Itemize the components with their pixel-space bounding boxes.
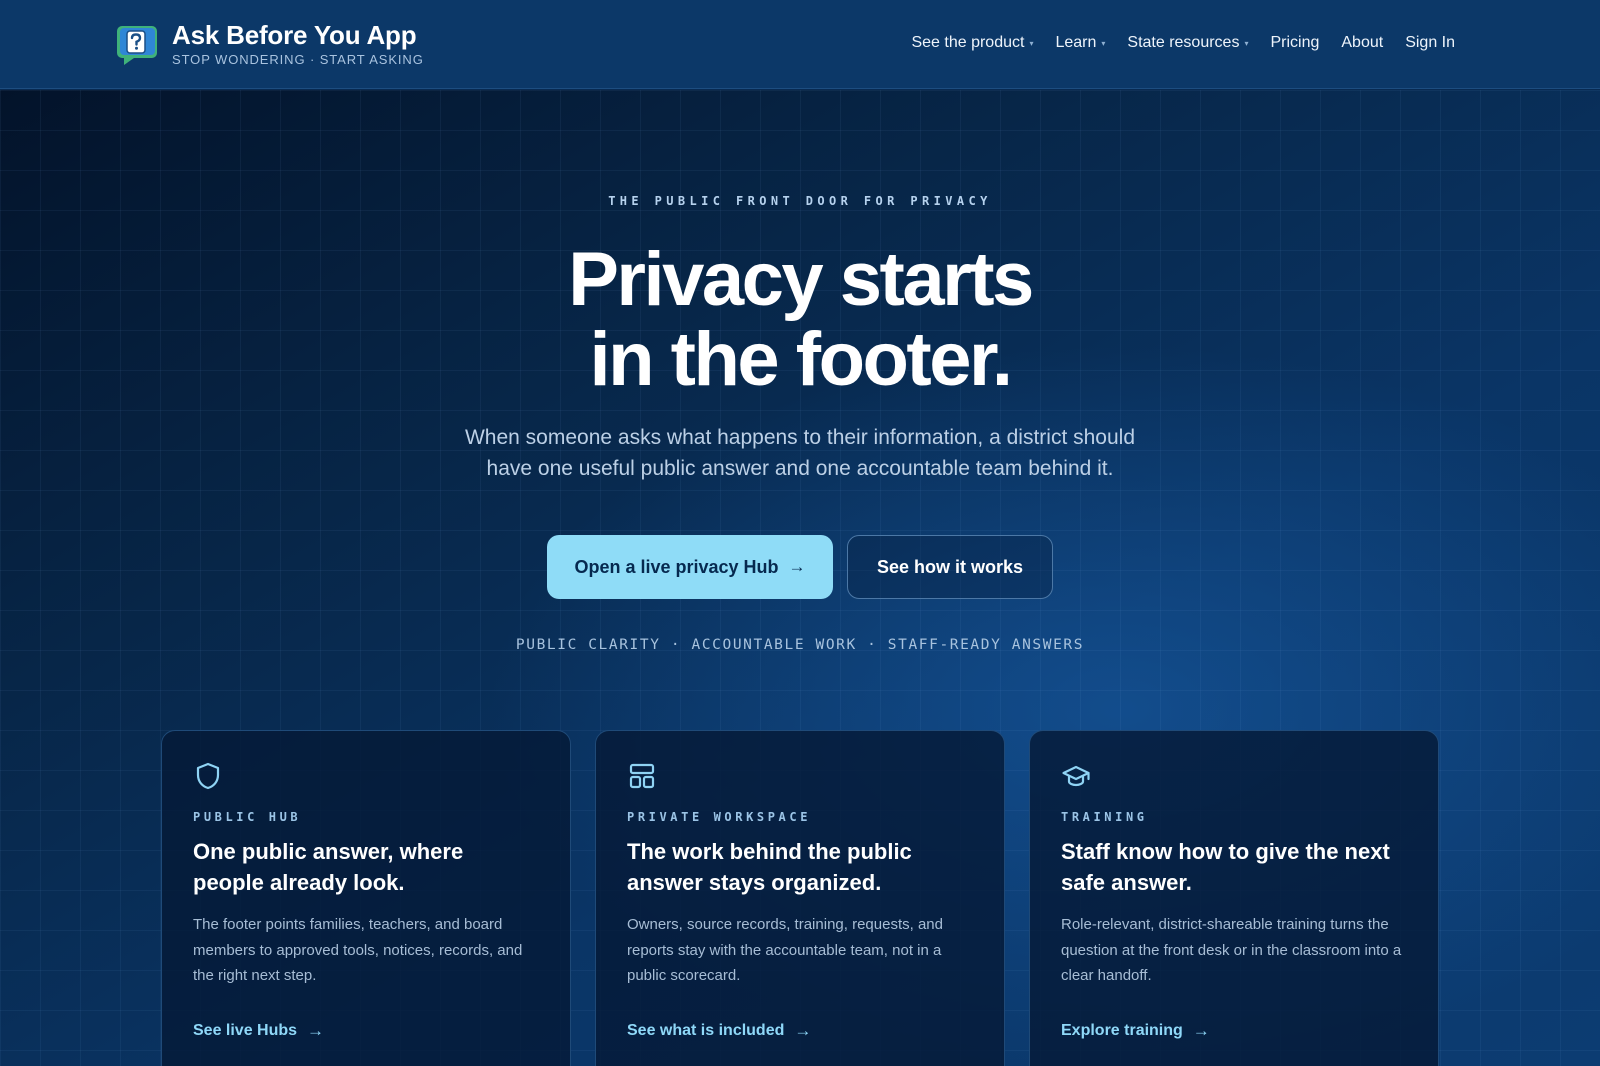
- link-label: See live Hubs: [193, 1022, 298, 1039]
- layout-grid-icon: [629, 763, 655, 789]
- hero-headline: Privacy starts in the footer.: [0, 240, 1600, 400]
- brand[interactable]: Ask Before You App STOP WONDERING · STAR…: [114, 20, 424, 68]
- nav-sign-in[interactable]: Sign In: [1405, 34, 1455, 52]
- nav-pricing[interactable]: Pricing: [1270, 34, 1319, 52]
- see-what-is-included-link[interactable]: See what is included →: [627, 1021, 811, 1041]
- shield-icon: [196, 762, 220, 790]
- main-nav: See the product ▾ Learn ▾ State resource…: [889, 34, 1455, 52]
- arrow-right-icon: →: [794, 1021, 812, 1040]
- card-eyebrow: TRAINING: [1061, 810, 1148, 824]
- chevron-down-icon: ▾: [1029, 38, 1034, 48]
- nav-about[interactable]: About: [1341, 34, 1383, 52]
- card-title: One public answer, where people already …: [193, 839, 464, 895]
- nav-learn[interactable]: Learn ▾: [1055, 34, 1105, 52]
- nav-label: See the product: [911, 34, 1025, 51]
- nav-label: State resources: [1127, 34, 1240, 51]
- brand-text: Ask Before You App STOP WONDERING · STAR…: [172, 20, 424, 67]
- nav-label: Pricing: [1270, 34, 1320, 51]
- nav-label: Learn: [1055, 34, 1097, 51]
- nav-see-the-product[interactable]: See the product ▾: [911, 34, 1033, 52]
- chevron-down-icon: ▾: [1101, 38, 1106, 48]
- button-label: Open a live privacy Hub: [574, 556, 779, 577]
- link-label: Explore training: [1061, 1022, 1183, 1039]
- chevron-down-icon: ▾: [1244, 38, 1249, 48]
- app-logo-icon: [117, 26, 157, 65]
- card-private-workspace: PRIVATE WORKSPACE The work behind the pu…: [595, 730, 1005, 1066]
- card-body: Owners, source records, training, reques…: [627, 916, 943, 984]
- explore-training-link[interactable]: Explore training →: [1061, 1021, 1210, 1041]
- arrow-right-icon: →: [1192, 1021, 1210, 1040]
- see-how-it-works-button[interactable]: See how it works: [847, 535, 1053, 599]
- open-live-privacy-hub-button[interactable]: Open a live privacy Hub →: [547, 535, 833, 599]
- arrow-right-icon: →: [788, 557, 806, 576]
- nav-label: Sign In: [1405, 34, 1455, 51]
- card-eyebrow: PRIVATE WORKSPACE: [627, 810, 812, 824]
- button-label: See how it works: [876, 556, 1024, 577]
- card-public-hub: PUBLIC HUB One public answer, where peop…: [161, 730, 571, 1066]
- arrow-right-icon: →: [307, 1021, 325, 1040]
- card-eyebrow: PUBLIC HUB: [193, 810, 302, 824]
- see-live-hubs-link[interactable]: See live Hubs →: [193, 1021, 324, 1041]
- card-body: The footer points families, teachers, an…: [193, 916, 523, 984]
- nav-state-resources[interactable]: State resources ▾: [1127, 34, 1248, 52]
- hero-subhead: When someone asks what happens to their …: [464, 426, 1136, 480]
- hero-tagline: PUBLIC CLARITY · ACCOUNTABLE WORK · STAF…: [515, 637, 1085, 653]
- headline-line-2: in the footer.: [589, 317, 1014, 402]
- headline-line-1: Privacy starts: [568, 237, 1034, 322]
- top-navigation-bar: Ask Before You App STOP WONDERING · STAR…: [0, 0, 1600, 89]
- brand-name: Ask Before You App: [172, 20, 417, 50]
- hero-eyebrow: THE PUBLIC FRONT DOOR FOR PRIVACY: [608, 194, 992, 208]
- card-title: Staff know how to give the next safe ans…: [1061, 839, 1390, 895]
- card-title: The work behind the public answer stays …: [627, 839, 912, 895]
- card-body: Role-relevant, district-shareable traini…: [1061, 916, 1402, 984]
- card-training: TRAINING Staff know how to give the next…: [1029, 730, 1439, 1066]
- link-label: See what is included: [627, 1022, 785, 1039]
- nav-label: About: [1341, 34, 1384, 51]
- brand-tagline: STOP WONDERING · START ASKING: [172, 52, 424, 67]
- hero-section: THE PUBLIC FRONT DOOR FOR PRIVACY Privac…: [0, 90, 1600, 1066]
- graduation-cap-icon: [1062, 765, 1090, 787]
